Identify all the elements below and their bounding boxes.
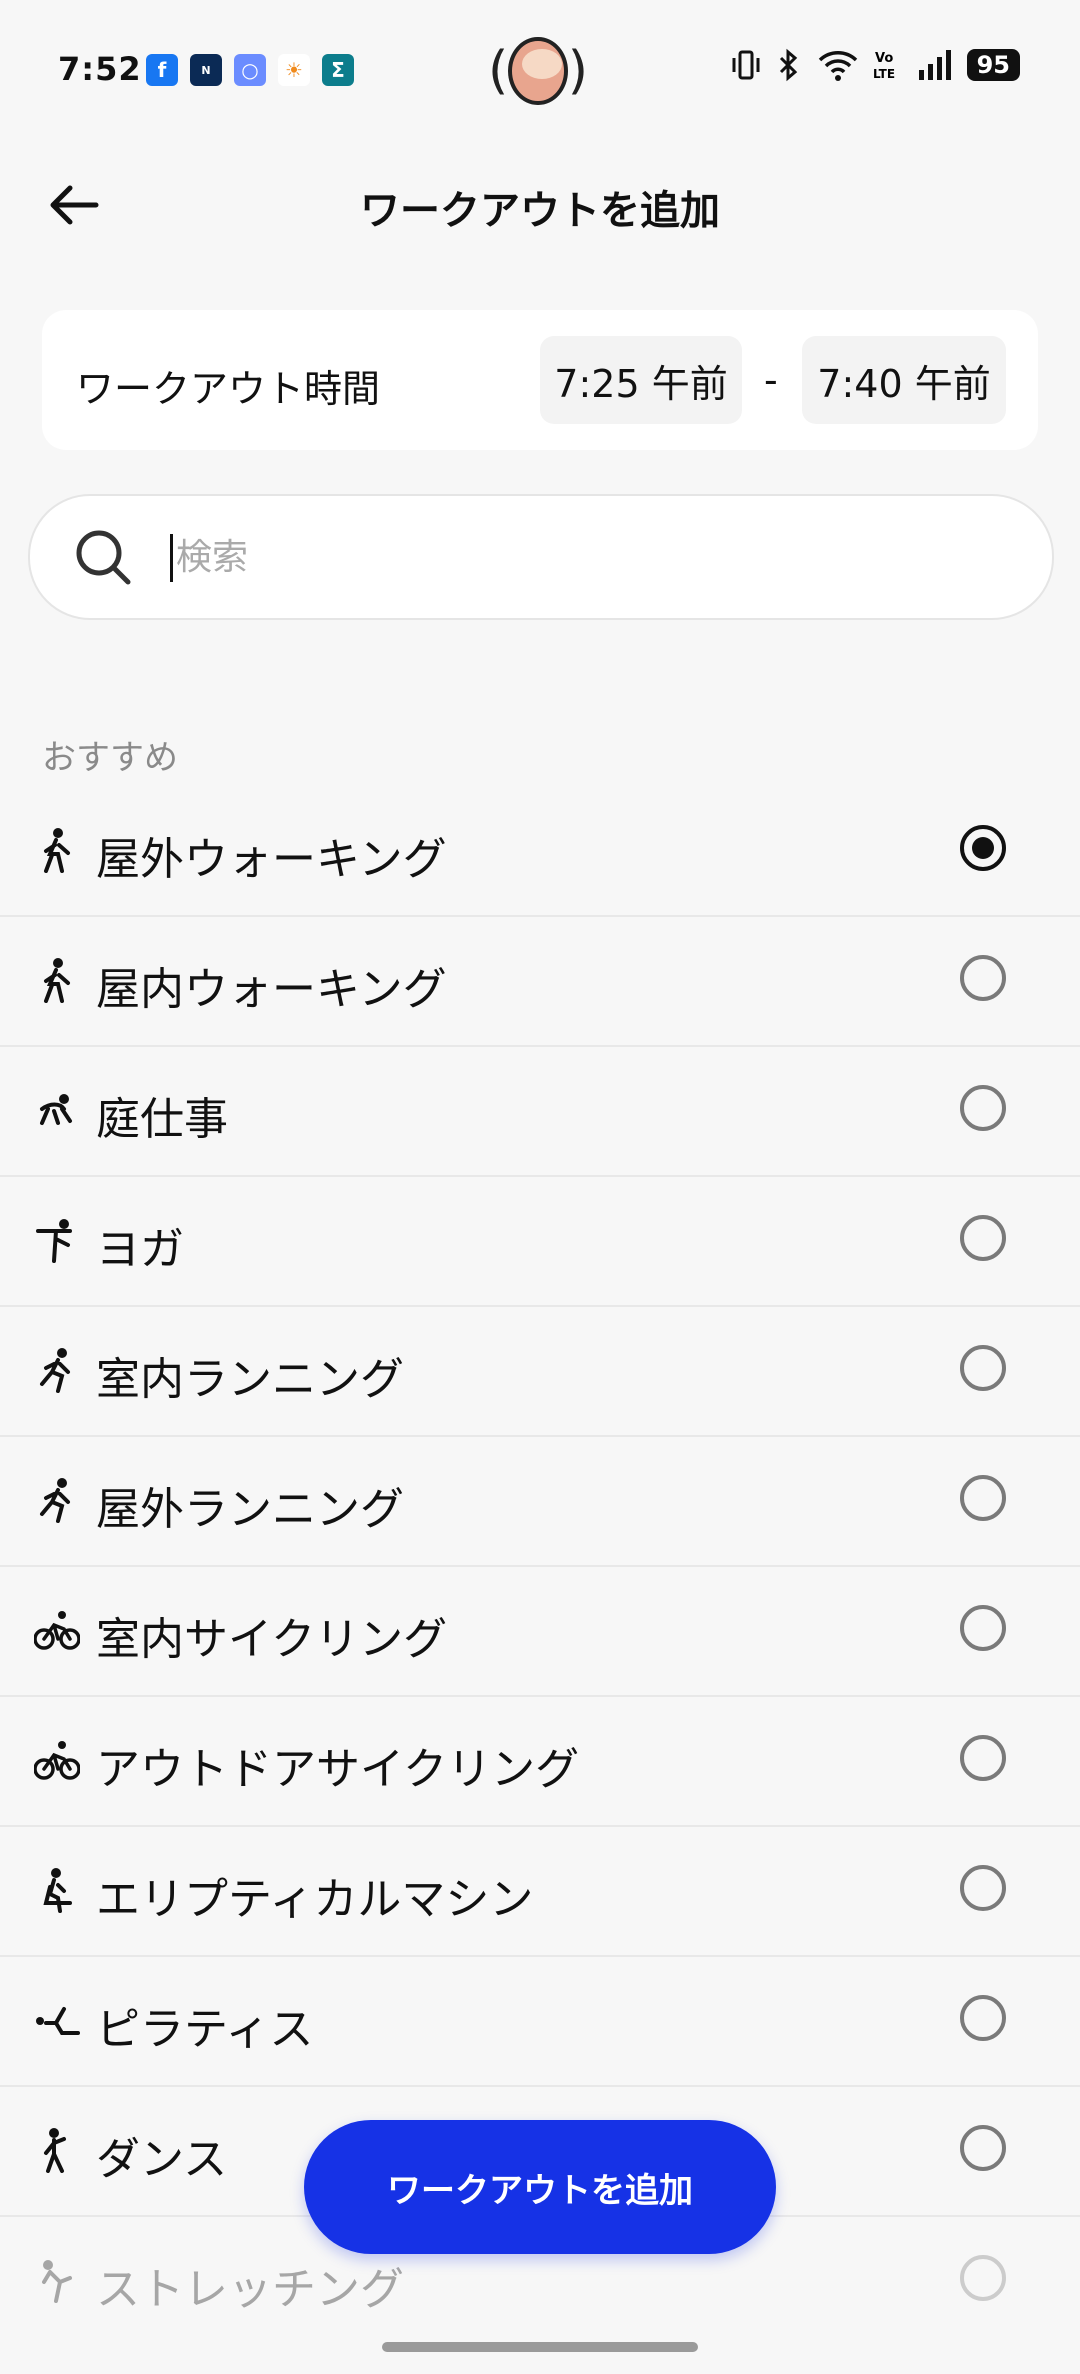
list-item[interactable]: エリプティカルマシン — [0, 1827, 1080, 1957]
radio-button[interactable] — [960, 1345, 1006, 1391]
list-item[interactable]: 屋外ウォーキング — [0, 787, 1080, 917]
app-ring-icon: ○ — [234, 54, 266, 86]
page-title: ワークアウトを追加 — [360, 188, 720, 234]
workout-label: 庭仕事 — [96, 1094, 228, 1145]
wifi-icon — [818, 51, 857, 81]
stretching-icon — [42, 2260, 72, 2303]
list-item[interactable]: 屋外ランニング — [0, 1437, 1080, 1567]
search-bar[interactable] — [28, 494, 1054, 620]
running-icon — [40, 1348, 70, 1393]
workout-label: アウトドアサイクリング — [96, 1744, 580, 1795]
list-item[interactable]: アウトドアサイクリング — [0, 1697, 1080, 1827]
vibrate-icon — [732, 50, 760, 80]
list-item[interactable]: ヨガ — [0, 1177, 1080, 1307]
cycling-icon — [34, 1611, 80, 1650]
radio-button[interactable] — [960, 2125, 1006, 2171]
search-input[interactable] — [174, 526, 978, 588]
facebook-icon: f — [146, 54, 178, 86]
bluetooth-icon — [779, 48, 797, 82]
radio-button[interactable] — [960, 1995, 1006, 2041]
radio-button[interactable] — [960, 1605, 1006, 1651]
radio-button[interactable] — [960, 1475, 1006, 1521]
pilates-icon — [36, 2007, 80, 2035]
notification-icons: f N ○ ☀ Σ — [146, 54, 354, 86]
workout-label: ストレッチング — [96, 2264, 404, 2315]
text-caret — [170, 534, 173, 582]
radio-button[interactable] — [960, 1735, 1006, 1781]
weather-icon: ☀ — [278, 54, 310, 86]
avatar — [508, 37, 568, 105]
workout-label: 屋内ウォーキング — [96, 964, 447, 1015]
gardening-icon — [40, 1094, 72, 1125]
nikkei-icon: N — [190, 54, 222, 86]
workout-label: 室内ランニング — [96, 1354, 404, 1405]
workout-label: ピラティス — [96, 2004, 314, 2055]
time-separator: - — [764, 358, 778, 402]
add-workout-button[interactable]: ワークアウトを追加 — [304, 2120, 776, 2254]
top-app-bar: ワークアウトを追加 — [0, 160, 1080, 250]
workout-time-label: ワークアウト時間 — [76, 367, 381, 411]
walking-icon — [44, 958, 70, 1003]
list-item[interactable]: 室内サイクリング — [0, 1567, 1080, 1697]
list-item[interactable]: 室内ランニング — [0, 1307, 1080, 1437]
workout-label: 室内サイクリング — [96, 1614, 448, 1665]
radio-button[interactable] — [960, 1085, 1006, 1131]
status-bar: 7:52 f N ○ ☀ Σ ( ) Vo LTE 95 — [0, 0, 1080, 140]
list-item[interactable]: 屋内ウォーキング — [0, 917, 1080, 1047]
end-time-button[interactable]: 7:40 午前 — [802, 336, 1006, 424]
svg-text:LTE: LTE — [873, 67, 895, 81]
workout-label: 屋外ウォーキング — [96, 834, 447, 885]
home-indicator[interactable] — [382, 2342, 698, 2352]
workout-label: ダンス — [96, 2134, 228, 2185]
radio-button[interactable] — [960, 955, 1006, 1001]
workout-list: 屋外ウォーキング 屋内ウォーキング 庭仕事 ヨガ 室内ランニング 屋外ランニング… — [0, 787, 1080, 2345]
workout-time-card: ワークアウト時間 7:25 午前 - 7:40 午前 — [42, 310, 1038, 450]
workout-label: エリプティカルマシン — [96, 1874, 534, 1925]
running-icon — [40, 1478, 70, 1523]
start-time-button[interactable]: 7:25 午前 — [540, 336, 742, 424]
cycling-icon — [34, 1741, 80, 1780]
section-heading-recommended: おすすめ — [42, 738, 178, 778]
list-item[interactable]: 庭仕事 — [0, 1047, 1080, 1177]
radio-button[interactable] — [960, 2255, 1006, 2301]
list-item[interactable]: ピラティス — [0, 1957, 1080, 2087]
radio-button[interactable] — [960, 1215, 1006, 1261]
workout-label: 屋外ランニング — [96, 1484, 404, 1535]
walking-icon — [44, 828, 70, 873]
elliptical-icon — [43, 1868, 72, 1913]
volte-icon: VoLTE — [873, 51, 895, 81]
status-time: 7:52 — [58, 50, 142, 88]
dance-icon — [44, 2128, 66, 2173]
radio-button[interactable] — [960, 1865, 1006, 1911]
radio-button[interactable] — [960, 825, 1006, 871]
search-icon — [76, 530, 131, 585]
battery-indicator: 95 — [966, 49, 1020, 81]
sigma-icon: Σ — [322, 54, 354, 86]
svg-text:Vo: Vo — [875, 51, 893, 66]
system-icons: Vo LTE 95 — [731, 48, 1020, 82]
live-activity-avatar[interactable]: ( ) — [488, 36, 588, 106]
workout-label: ヨガ — [96, 1224, 184, 1275]
signal-icon — [918, 50, 951, 80]
yoga-icon — [36, 1219, 72, 1263]
